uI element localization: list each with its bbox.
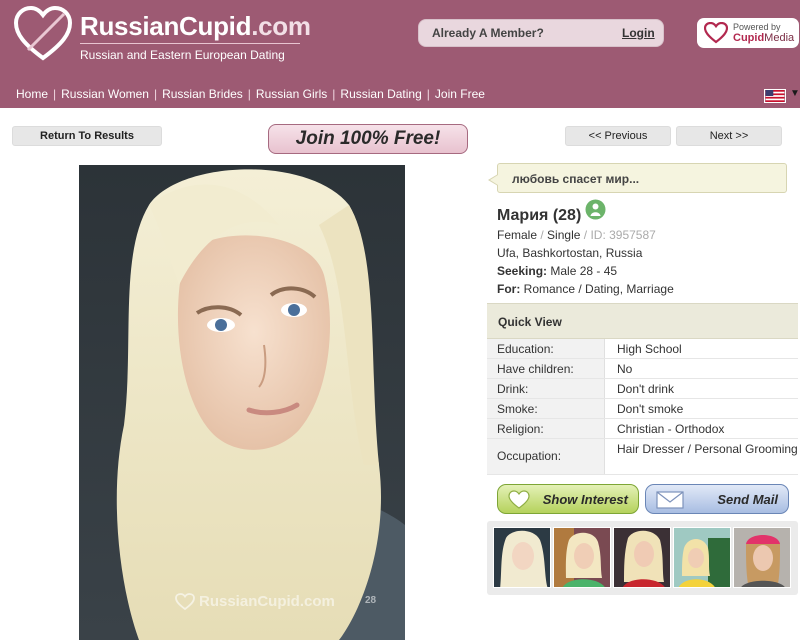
watermark-heart-icon: [175, 593, 195, 611]
quick-view-value: Christian - Orthodox: [605, 419, 798, 438]
quick-view-row: Drink: Don't drink: [487, 379, 798, 399]
next-profile-button[interactable]: Next >>: [676, 126, 782, 146]
heart-logo-icon: [14, 6, 72, 61]
profile-basics: Female / Single / ID: 3957587: [497, 228, 656, 242]
thumbnail-image: [734, 528, 790, 587]
cupidmedia-heart-icon: [704, 22, 728, 44]
for-value: Romance / Dating, Marriage: [523, 282, 674, 296]
show-interest-label: Show Interest: [542, 492, 628, 507]
site-logo[interactable]: RussianCupid.com Russian and Eastern Eur…: [14, 6, 314, 66]
powered-by-label: Powered by: [733, 22, 781, 32]
quick-view-key: Smoke:: [487, 399, 605, 418]
photo-watermark: RussianCupid.com: [199, 593, 335, 610]
powered-by-brand-part1: Cupid: [733, 32, 765, 44]
powered-by-brand: CupidMedia: [733, 32, 794, 44]
thumbnail-image: [494, 528, 550, 587]
nav-separator: |: [426, 87, 430, 101]
photo-thumbnail[interactable]: [673, 527, 731, 588]
logo-tagline: Russian and Eastern European Dating: [80, 48, 285, 62]
site-header: RussianCupid.com Russian and Eastern Eur…: [0, 0, 800, 108]
nav-separator: |: [332, 87, 336, 101]
profile-main-photo[interactable]: RussianCupid.com 28: [79, 165, 405, 640]
quick-view-title: Quick View: [487, 303, 798, 339]
quick-view-value: Hair Dresser / Personal Grooming: [605, 439, 798, 474]
profile-seeking: Seeking: Male 28 - 45: [497, 264, 617, 278]
nav-item-russian-brides[interactable]: Russian Brides: [162, 87, 243, 101]
quick-view-value: Don't smoke: [605, 399, 798, 418]
show-interest-button[interactable]: Show Interest: [497, 484, 639, 514]
profile-headline: любовь спасет мир...: [497, 163, 787, 193]
logo-divider: [80, 43, 300, 44]
separator-slash: /: [540, 228, 544, 242]
nav-separator: |: [53, 87, 57, 101]
photo-thumbnails: [487, 521, 798, 595]
nav-item-russian-women[interactable]: Russian Women: [61, 87, 149, 101]
quick-view-value: Don't drink: [605, 379, 798, 398]
powered-by-badge[interactable]: Powered by CupidMedia: [697, 18, 799, 48]
quick-view-row: Occupation: Hair Dresser / Personal Groo…: [487, 439, 798, 475]
logo-title-domain: .com: [251, 11, 311, 41]
seeking-value: Male 28 - 45: [550, 264, 618, 278]
profile-location: Ufa, Bashkortostan, Russia: [497, 246, 643, 260]
thumbnail-image: [614, 528, 670, 587]
envelope-icon: [656, 491, 684, 509]
logo-title-main: RussianCupid: [80, 11, 252, 41]
thumbnail-image: [674, 528, 730, 587]
quick-view-value: No: [605, 359, 798, 378]
profile-status: Single: [547, 228, 581, 242]
photo-thumbnail[interactable]: [613, 527, 671, 588]
previous-profile-button[interactable]: << Previous: [565, 126, 671, 146]
for-label: For:: [497, 282, 521, 296]
member-login-box: Already A Member? Login: [418, 19, 664, 47]
quick-view-key: Drink:: [487, 379, 605, 398]
profile-for: For: Romance / Dating, Marriage: [497, 282, 674, 296]
nav-separator: |: [247, 87, 251, 101]
photo-watermark-age: 28: [365, 595, 377, 606]
return-to-results-button[interactable]: Return To Results: [12, 126, 162, 146]
us-flag-icon[interactable]: [764, 89, 786, 103]
quick-view-row: Education: High School: [487, 339, 798, 359]
member-prompt: Already A Member?: [432, 26, 544, 40]
nav-separator: |: [153, 87, 158, 101]
nav-item-join-free[interactable]: Join Free: [435, 87, 485, 101]
nav-item-russian-girls[interactable]: Russian Girls: [256, 87, 327, 101]
profile-gender: Female: [497, 228, 538, 242]
powered-by-brand-part2: Media: [764, 32, 795, 44]
quick-view-row: Smoke: Don't smoke: [487, 399, 798, 419]
quote-bubble-tail-inner: [490, 175, 498, 185]
quick-view-key: Occupation:: [487, 439, 605, 474]
profile-id: ID: 3957587: [590, 228, 656, 242]
quick-view-row: Have children: No: [487, 359, 798, 379]
heart-icon: [508, 490, 530, 509]
profile-photo-image: [79, 165, 405, 640]
login-link[interactable]: Login: [622, 26, 655, 40]
person-online-icon: [585, 199, 606, 220]
thumbnail-image: [554, 528, 610, 587]
nav-item-russian-dating[interactable]: Russian Dating: [340, 87, 421, 101]
quick-view-key: Have children:: [487, 359, 605, 378]
photo-thumbnail[interactable]: [493, 527, 551, 588]
quick-view-row: Religion: Christian - Orthodox: [487, 419, 798, 439]
send-mail-button[interactable]: Send Mail: [645, 484, 789, 514]
photo-thumbnail[interactable]: [553, 527, 611, 588]
photo-thumbnail[interactable]: [733, 527, 791, 588]
separator-slash: /: [583, 228, 588, 242]
send-mail-label: Send Mail: [717, 492, 778, 507]
logo-title: RussianCupid.com: [80, 11, 311, 42]
language-dropdown-icon[interactable]: ▼: [790, 88, 800, 99]
quick-view-key: Religion:: [487, 419, 605, 438]
seeking-label: Seeking:: [497, 264, 548, 278]
main-nav: Home | Russian Women | Russian Brides | Russia…: [16, 87, 485, 101]
nav-item-home[interactable]: Home: [16, 87, 48, 101]
join-free-button[interactable]: Join 100% Free!: [268, 124, 468, 154]
quick-view-value: High School: [605, 339, 798, 358]
quick-view-key: Education:: [487, 339, 605, 358]
profile-name-age: Мария (28): [497, 207, 582, 224]
